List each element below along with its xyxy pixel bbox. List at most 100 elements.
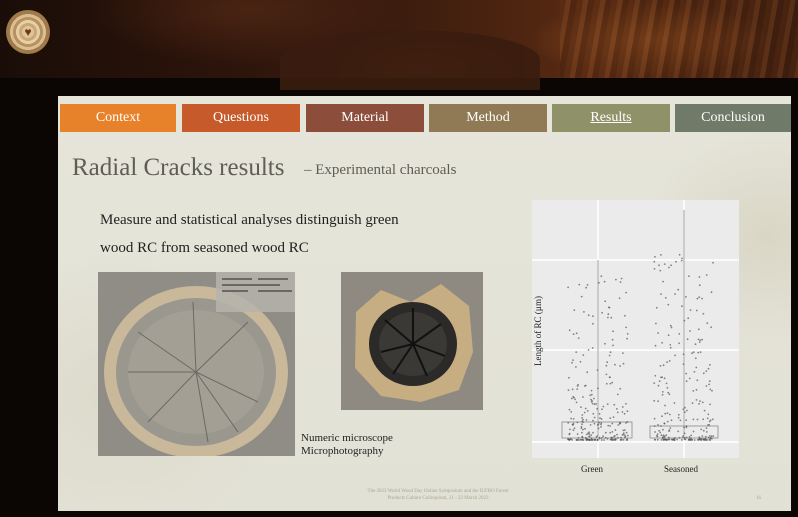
seasoned-point	[683, 319, 686, 322]
seasoned-point	[703, 409, 706, 412]
green-point	[568, 329, 571, 332]
green-point	[603, 439, 605, 441]
green-point	[590, 389, 593, 392]
tab-method-label: Method	[466, 110, 510, 125]
seasoned-point	[663, 377, 666, 380]
seasoned-point	[655, 322, 657, 325]
green-point	[609, 417, 612, 419]
seasoned-point	[656, 438, 659, 441]
green-point	[605, 382, 608, 385]
green-point	[581, 417, 583, 419]
seasoned-point	[679, 419, 682, 422]
tab-method[interactable]: Method	[429, 104, 547, 132]
seasoned-point	[686, 338, 689, 341]
green-point	[588, 435, 591, 438]
green-point	[591, 347, 594, 349]
seasoned-point	[694, 343, 697, 346]
seasoned-point	[673, 439, 676, 441]
green-point	[619, 421, 621, 424]
green-point	[612, 330, 614, 333]
green-point	[576, 433, 579, 435]
green-point	[582, 354, 585, 356]
seasoned-point	[693, 370, 696, 373]
seasoned-point	[696, 418, 699, 421]
green-point	[568, 408, 571, 411]
seasoned-point	[711, 418, 714, 421]
green-point	[607, 313, 610, 316]
seasoned-point	[654, 374, 657, 377]
seasoned-point	[685, 296, 687, 298]
green-point	[569, 428, 571, 431]
tab-material[interactable]: Material	[306, 104, 424, 132]
slide: Context Questions Material Method Result…	[58, 96, 791, 511]
seasoned-point	[690, 434, 693, 437]
green-point	[627, 434, 629, 437]
green-point	[600, 418, 603, 420]
green-point	[600, 439, 603, 441]
seasoned-point	[661, 341, 663, 344]
green-point	[607, 316, 609, 319]
seasoned-point	[699, 438, 702, 440]
seasoned-point	[691, 402, 694, 404]
seasoned-point	[688, 377, 691, 380]
seasoned-point	[695, 399, 698, 401]
seasoned-point	[653, 260, 656, 263]
green-point	[604, 342, 606, 345]
seasoned-point	[659, 365, 662, 367]
green-point	[615, 278, 617, 281]
green-point	[623, 412, 626, 415]
chart-x-tick-green: Green	[581, 464, 603, 474]
seasoned-point	[701, 435, 704, 437]
seasoned-point	[685, 372, 688, 375]
green-point	[611, 381, 614, 384]
seasoned-point	[662, 436, 664, 438]
green-point	[616, 436, 619, 439]
green-point	[586, 433, 588, 436]
seasoned-point	[687, 317, 690, 320]
green-point	[604, 300, 607, 303]
green-point	[619, 365, 621, 367]
tree-ring-logo-icon[interactable]: ♥	[6, 10, 50, 54]
seasoned-point	[664, 404, 666, 407]
tab-questions[interactable]: Questions	[182, 104, 300, 132]
seasoned-point	[669, 346, 672, 349]
green-point	[624, 314, 626, 317]
seasoned-point	[691, 352, 693, 355]
tab-context-label: Context	[95, 110, 141, 125]
green-point	[592, 412, 595, 415]
page-number: 16	[756, 496, 761, 501]
green-point	[592, 315, 594, 318]
seasoned-point	[706, 322, 709, 324]
seasoned-point	[695, 388, 698, 391]
seasoned-point	[673, 402, 676, 404]
green-point	[623, 429, 626, 431]
seasoned-point	[700, 428, 703, 431]
green-point	[593, 439, 596, 441]
slide-subtitle: – Experimental charcoals	[304, 162, 457, 178]
green-point	[581, 436, 584, 439]
seasoned-point	[655, 306, 658, 309]
banner-image-bark	[560, 0, 798, 78]
seasoned-point	[658, 429, 660, 432]
caption-line-2: Microphotography	[301, 445, 384, 457]
seasoned-point	[684, 438, 687, 441]
seasoned-point	[669, 427, 672, 429]
green-point	[596, 424, 599, 426]
green-point	[626, 410, 629, 413]
seasoned-point	[683, 432, 686, 435]
seasoned-point	[709, 388, 712, 391]
tab-results[interactable]: Results	[552, 104, 670, 132]
seasoned-point	[660, 376, 662, 379]
green-point	[593, 416, 596, 419]
tab-conclusion[interactable]: Conclusion	[675, 104, 791, 132]
seasoned-point	[670, 264, 672, 267]
seasoned-point	[708, 420, 711, 423]
tab-questions-label: Questions	[213, 110, 269, 125]
green-point	[609, 431, 612, 434]
seasoned-point	[684, 411, 686, 413]
charcoal-photo	[341, 272, 483, 410]
tab-context[interactable]: Context	[60, 104, 176, 132]
green-point	[579, 439, 582, 441]
seasoned-point	[710, 326, 713, 329]
seasoned-point	[708, 383, 710, 386]
